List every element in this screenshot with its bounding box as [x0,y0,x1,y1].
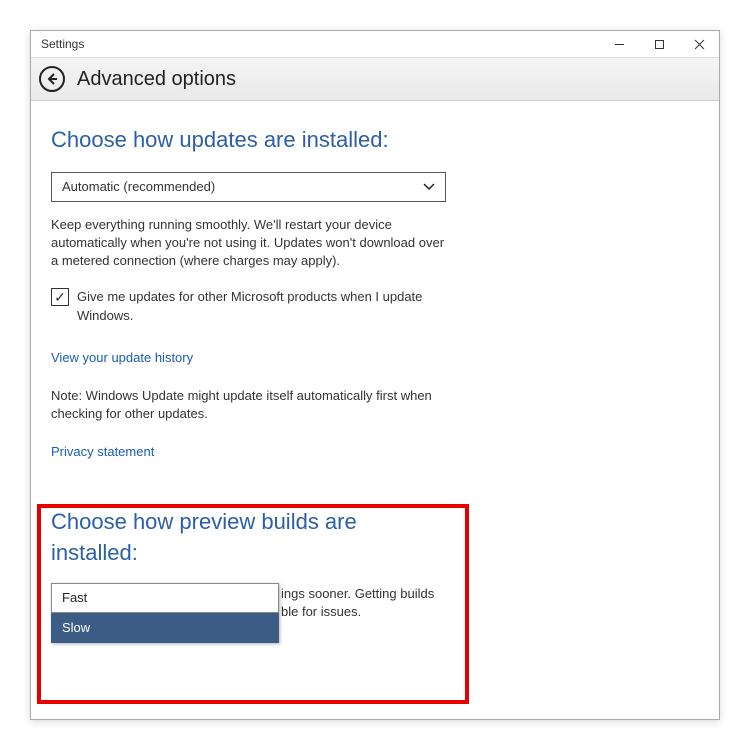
maximize-button[interactable] [639,31,679,57]
dropdown-option-fast[interactable]: Fast [51,583,279,613]
preview-build-area: ings sooner. Getting builds ble for issu… [51,585,699,621]
update-note: Note: Windows Update might update itself… [51,387,451,423]
close-button[interactable] [679,31,719,57]
content-area: Choose how updates are installed: Automa… [31,101,719,641]
preview-heading: Choose how preview builds are installed: [51,507,391,569]
chevron-down-icon [423,178,435,196]
other-products-label: Give me updates for other Microsoft prod… [77,288,451,324]
preview-builds-section: Choose how preview builds are installed:… [51,507,699,621]
update-mode-value: Automatic (recommended) [62,178,215,196]
back-button[interactable] [39,66,65,92]
titlebar: Settings [31,31,719,57]
page-header: Advanced options [31,57,719,101]
update-history-link[interactable]: View your update history [51,349,193,367]
page-title: Advanced options [77,68,236,91]
dropdown-option-slow[interactable]: Slow [51,613,279,643]
update-mode-combobox[interactable]: Automatic (recommended) [51,172,446,202]
window-controls [599,31,719,57]
settings-window: Settings Advanced options Choose how upd… [30,30,720,720]
minimize-button[interactable] [599,31,639,57]
preview-ring-dropdown[interactable]: Fast Slow [51,583,279,643]
privacy-statement-link[interactable]: Privacy statement [51,443,154,461]
updates-heading: Choose how updates are installed: [51,125,699,156]
window-title: Settings [41,37,84,51]
other-products-checkbox-row: ✓ Give me updates for other Microsoft pr… [51,288,451,324]
other-products-checkbox[interactable]: ✓ [51,288,69,306]
update-description: Keep everything running smoothly. We'll … [51,216,451,271]
